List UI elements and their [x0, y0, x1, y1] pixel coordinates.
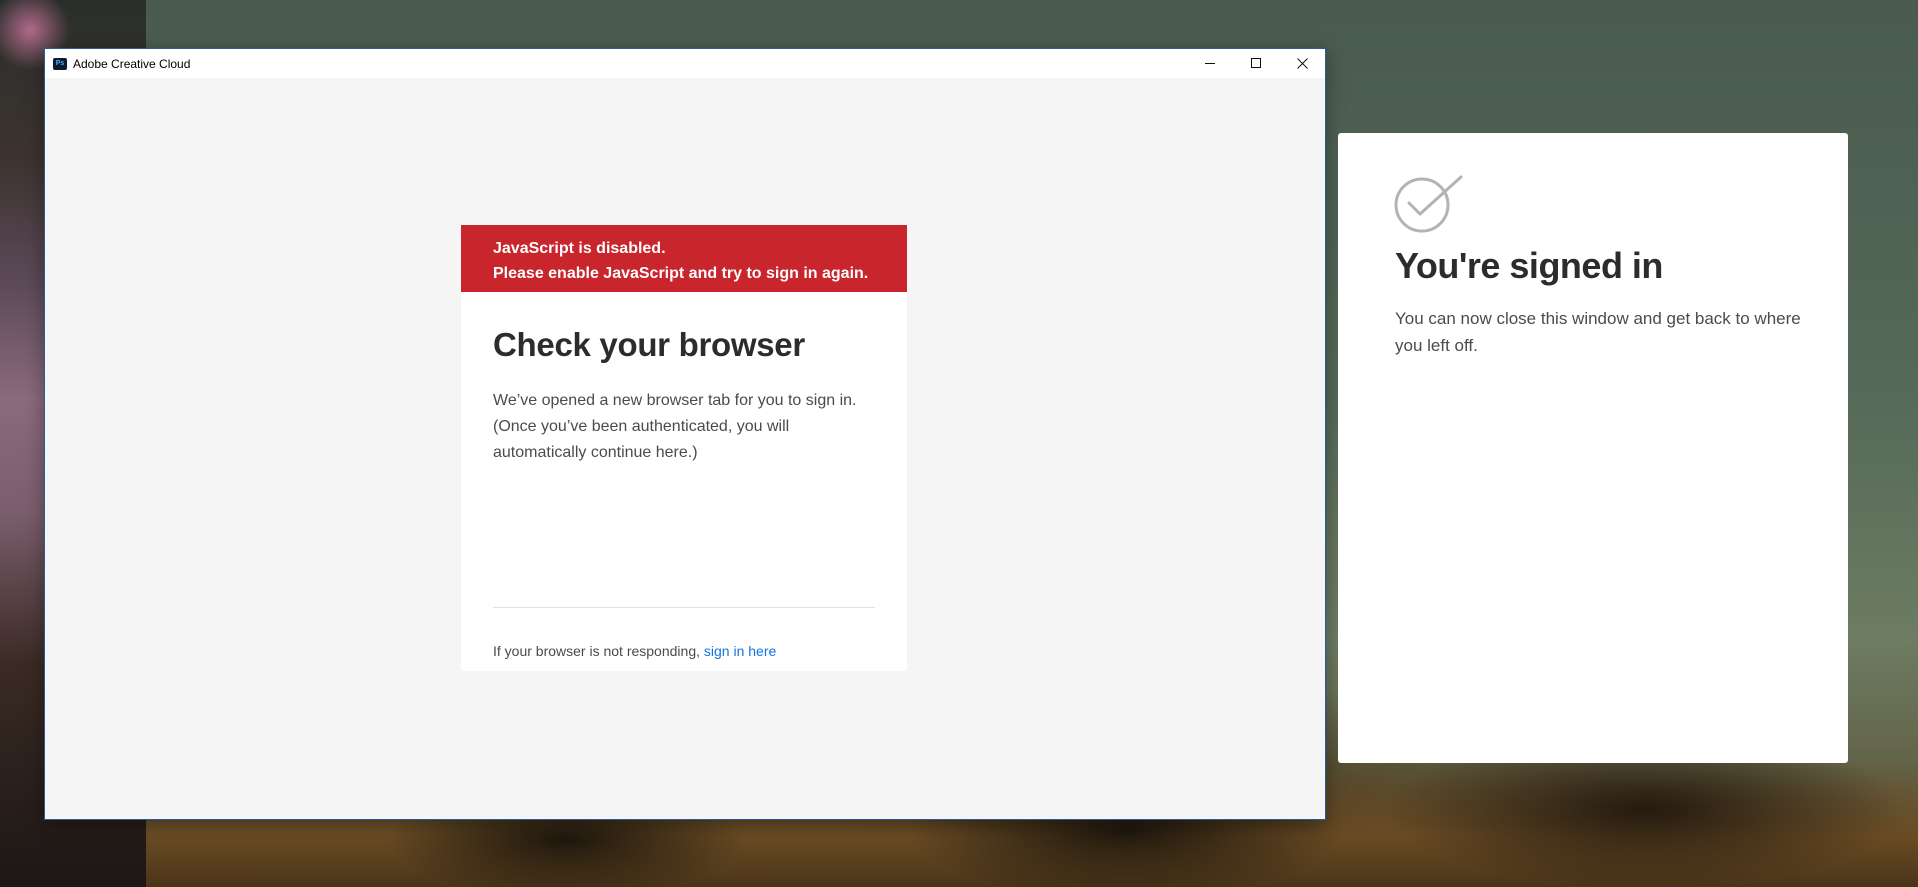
signed-in-line-2: you left off. [1395, 336, 1478, 355]
app-icon: Ps [53, 57, 67, 70]
sign-in-here-link[interactable]: sign in here [704, 643, 776, 659]
javascript-error-banner: JavaScript is disabled. Please enable Ja… [461, 225, 907, 292]
close-button[interactable] [1279, 49, 1325, 78]
error-line-1: JavaScript is disabled. [493, 240, 666, 257]
app-window: Ps Adobe Creative Cloud JavaScript is di… [44, 48, 1326, 820]
dialog-body: We’ve opened a new browser tab for you t… [493, 388, 875, 466]
minimize-button[interactable] [1187, 49, 1233, 78]
checkmark-circle-icon [1394, 175, 1463, 233]
error-line-2: Please enable JavaScript and try to sign… [493, 265, 869, 282]
body-line-3: automatically continue here.) [493, 444, 698, 461]
signed-in-message: You can now close this window and get ba… [1395, 305, 1815, 359]
minimize-icon [1204, 63, 1215, 64]
dialog-footer: If your browser is not responding, sign … [493, 643, 776, 659]
signed-in-line-1: You can now close this window and get ba… [1395, 309, 1801, 328]
signed-in-panel: You're signed in You can now close this … [1338, 133, 1848, 763]
body-line-2: (Once you’ve been authenticated, you wil… [493, 418, 790, 435]
window-controls [1187, 49, 1325, 78]
window-title: Adobe Creative Cloud [73, 56, 191, 71]
footer-text: If your browser is not responding, [493, 643, 700, 659]
dialog-heading: Check your browser [493, 326, 805, 363]
maximize-button[interactable] [1233, 49, 1279, 78]
sign-in-dialog: JavaScript is disabled. Please enable Ja… [461, 225, 907, 671]
title-bar[interactable]: Ps Adobe Creative Cloud [45, 49, 1325, 78]
close-icon [1296, 58, 1308, 69]
maximize-icon [1250, 58, 1261, 68]
signed-in-heading: You're signed in [1395, 245, 1663, 286]
divider [493, 607, 875, 608]
body-line-1: We’ve opened a new browser tab for you t… [493, 392, 857, 409]
